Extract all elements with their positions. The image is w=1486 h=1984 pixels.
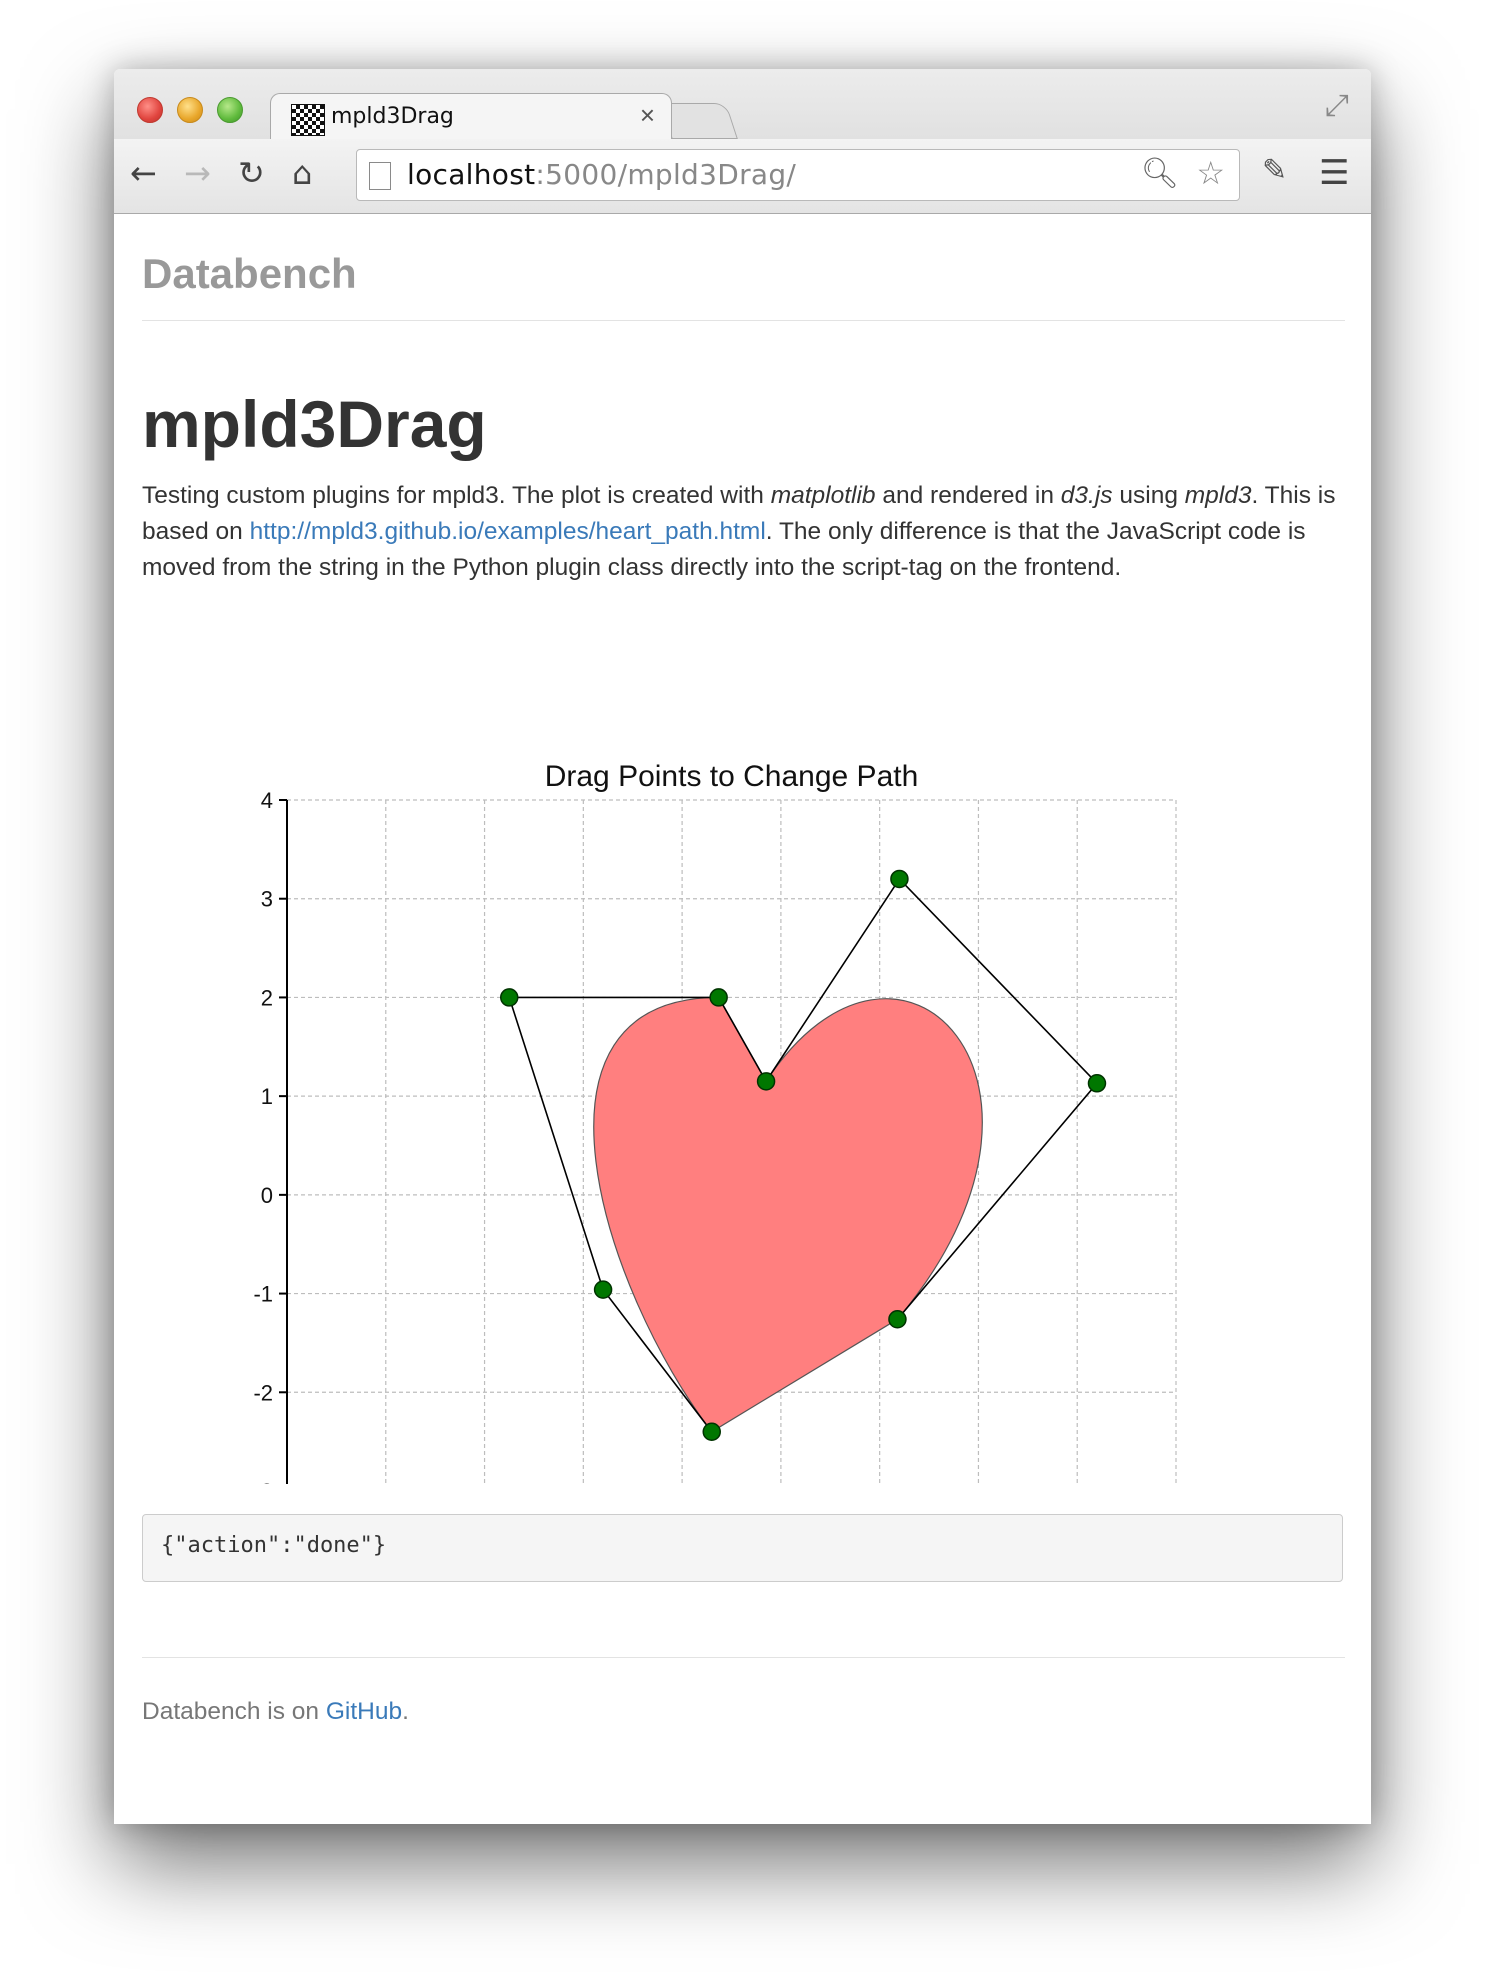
intro-em-mpld3: mpld3 — [1184, 482, 1252, 509]
drag-point[interactable] — [1087, 1074, 1107, 1093]
back-icon[interactable]: ← — [130, 153, 157, 193]
browser-chrome: mpld3Drag × ⤢ ← → ↻ ⌂ localhost:5000/mpl… — [114, 69, 1371, 214]
home-icon[interactable]: ⌂ — [292, 153, 312, 193]
minimize-window-button[interactable] — [177, 97, 203, 123]
footer: Databench is on GitHub. — [142, 1698, 409, 1726]
drag-point[interactable] — [709, 988, 728, 1007]
search-icon[interactable]: 🔍︎ — [1141, 156, 1179, 191]
close-window-button[interactable] — [137, 97, 163, 123]
close-icon[interactable]: × — [640, 100, 655, 131]
footer-period: . — [402, 1698, 409, 1725]
y-tick-label: 1 — [261, 1084, 273, 1109]
intro-em-matplotlib: matplotlib — [770, 482, 876, 509]
toolbar: ← → ↻ ⌂ localhost:5000/mpld3Drag/ 🔍︎ ☆ ✎… — [114, 139, 1371, 213]
intro-text-2: and rendered in — [875, 482, 1061, 509]
url-path: :5000/mpld3Drag/ — [535, 158, 797, 191]
y-tick-label: 0 — [261, 1183, 273, 1208]
favicon-icon — [291, 104, 325, 136]
evernote-icon[interactable]: ✎ — [1262, 153, 1287, 188]
footer-divider — [142, 1657, 1345, 1658]
github-link[interactable]: GitHub — [326, 1698, 402, 1725]
output-box: {"action":"done"} — [142, 1514, 1343, 1582]
tab-title: mpld3Drag — [331, 104, 454, 129]
forward-icon[interactable]: → — [184, 153, 211, 193]
chart-title: Drag Points to Change Path — [545, 760, 919, 793]
heart-shape — [593, 996, 983, 1433]
intro-text-1: Testing custom plugins for mpld3. The pl… — [142, 482, 771, 509]
drag-point[interactable] — [702, 1422, 721, 1442]
y-tick-label: -2 — [253, 1380, 273, 1405]
intro-paragraph: Testing custom plugins for mpld3. The pl… — [142, 478, 1352, 586]
menu-icon[interactable]: ☰ — [1319, 153, 1349, 193]
drag-point[interactable] — [500, 988, 519, 1007]
drag-point[interactable] — [888, 1309, 907, 1329]
drag-point[interactable] — [756, 1072, 776, 1091]
y-tick-label: 3 — [261, 887, 273, 912]
intro-text-3: using — [1112, 482, 1185, 509]
footer-text: Databench is on — [142, 1698, 326, 1725]
drag-chart[interactable]: Drag Points to Change Path-4-3-2-1012345… — [114, 644, 1371, 1484]
y-tick-label: -3 — [253, 1479, 273, 1484]
page-icon — [369, 162, 391, 190]
page-title: mpld3Drag — [142, 387, 487, 461]
reload-icon[interactable]: ↻ — [238, 153, 265, 193]
example-link[interactable]: http://mpld3.github.io/examples/heart_pa… — [250, 518, 766, 545]
fullscreen-icon[interactable]: ⤢ — [1325, 89, 1349, 123]
address-bar[interactable]: localhost:5000/mpld3Drag/ 🔍︎ ☆ — [356, 149, 1240, 201]
y-tick-label: 2 — [261, 985, 273, 1010]
brand-link[interactable]: Databench — [142, 250, 357, 298]
drag-point[interactable] — [890, 869, 909, 889]
browser-window: mpld3Drag × ⤢ ← → ↻ ⌂ localhost:5000/mpl… — [114, 69, 1371, 1824]
star-icon[interactable]: ☆ — [1196, 154, 1225, 192]
y-tick-label: 4 — [261, 788, 273, 813]
header-divider — [142, 320, 1345, 321]
intro-em-d3js: d3.js — [1060, 482, 1113, 509]
y-tick-label: -1 — [253, 1282, 273, 1307]
tab-mpld3drag[interactable]: mpld3Drag × — [270, 93, 672, 140]
zoom-window-button[interactable] — [217, 97, 243, 123]
url-text[interactable]: localhost:5000/mpld3Drag/ — [407, 158, 796, 191]
url-host: localhost — [407, 158, 536, 191]
drag-point[interactable] — [593, 1280, 613, 1299]
